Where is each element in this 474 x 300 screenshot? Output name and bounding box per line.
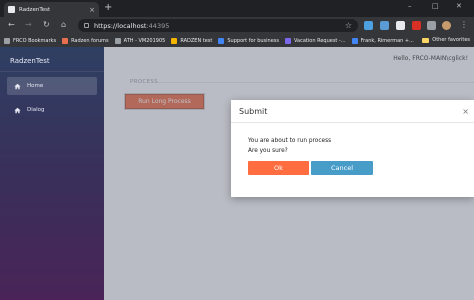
extension-icon[interactable] [412,21,421,30]
bookmark-label: Frank, Rimerman +... [360,37,414,44]
url-text: https://localhost [94,21,147,30]
sidebar-item-label: Home [27,83,44,89]
maximize-button[interactable]: □ [432,2,439,10]
home-icon [14,107,21,113]
bookmark-label: FRCO Bookmarks [13,37,57,44]
dialog-close-icon[interactable]: × [462,107,469,116]
extensions-puzzle-icon[interactable] [427,21,436,30]
bookmark-label: RADZEN test [180,37,213,44]
tab-title: RadzenTest [19,6,51,13]
sidebar: RadzenTest Home Dialog [0,47,104,300]
url-port-text: :44395 [146,21,170,30]
bookmark-icon [285,37,291,44]
dialog-title: Submit [239,107,268,116]
extension-icon[interactable] [380,21,389,30]
reload-button[interactable]: ↻ [43,20,50,30]
browser-menu-icon[interactable]: ⋮ [460,20,468,29]
dialog-divider [231,122,474,123]
bookmark-label: ATH - VM201905 [123,37,166,44]
tab-close-icon[interactable]: × [89,6,95,14]
lock-icon [84,23,89,28]
bookmark-item[interactable]: Radzen forums [62,37,109,44]
app-brand: RadzenTest [10,57,50,65]
bookmark-item[interactable]: Vacation Request -... [285,37,346,44]
ok-button[interactable]: Ok [248,161,309,175]
other-favorites-label: Other favorites [432,37,470,43]
bookmark-icon [351,37,358,44]
bookmark-label: Vacation Request -... [294,37,346,44]
sidebar-item-home[interactable]: Home [7,77,97,95]
submit-dialog: Submit × You are about to run process Ar… [231,100,474,197]
sidebar-item-dialog[interactable]: Dialog [7,101,97,119]
bookmark-icon [218,37,225,44]
new-tab-button[interactable]: + [104,3,112,13]
bookmark-label: Radzen forums [71,37,109,44]
dialog-message: You are about to run process [248,138,332,144]
folder-icon [422,37,430,43]
browser-tab[interactable]: RadzenTest × [4,2,99,17]
dialog-question: Are you sure? [248,148,288,154]
bookmark-item[interactable]: Frank, Rimerman +... [351,37,414,44]
star-icon[interactable]: ☆ [345,21,352,30]
page-favicon-icon [8,6,15,13]
bookmark-item[interactable]: FRCO Bookmarks [4,37,57,44]
extension-icon[interactable] [396,21,405,30]
extension-icon[interactable] [364,21,373,30]
browser-toolbar: ← → ↻ ⌂ https://localhost :44395 ☆ ⋮ [0,17,474,34]
bookmark-icon [114,37,121,44]
bookmark-item[interactable]: RADZEN test [171,37,213,44]
home-icon [14,83,21,89]
bookmark-icon [62,37,69,44]
profile-avatar[interactable] [442,21,451,30]
cancel-button[interactable]: Cancel [311,161,373,175]
back-button[interactable]: ← [8,20,15,30]
minimize-button[interactable]: – [408,2,412,10]
sidebar-item-label: Dialog [27,107,45,113]
divider [0,71,104,72]
close-window-button[interactable]: ✕ [456,2,462,10]
forward-button[interactable]: → [25,20,32,30]
home-button[interactable]: ⌂ [61,20,66,30]
address-bar[interactable]: https://localhost :44395 ☆ [78,19,358,32]
bookmark-label: Support for business [227,37,279,44]
bookmark-item[interactable]: ATH - VM201905 [114,37,166,44]
bookmark-item[interactable]: Support for business [218,37,279,44]
other-favorites[interactable]: Other favorites [422,37,470,43]
browser-tab-strip: RadzenTest × + – □ ✕ [0,0,474,17]
bookmark-icon [171,37,178,44]
bookmarks-bar: FRCO Bookmarks Radzen forums ATH - VM201… [0,34,474,47]
bookmark-icon [4,37,10,44]
